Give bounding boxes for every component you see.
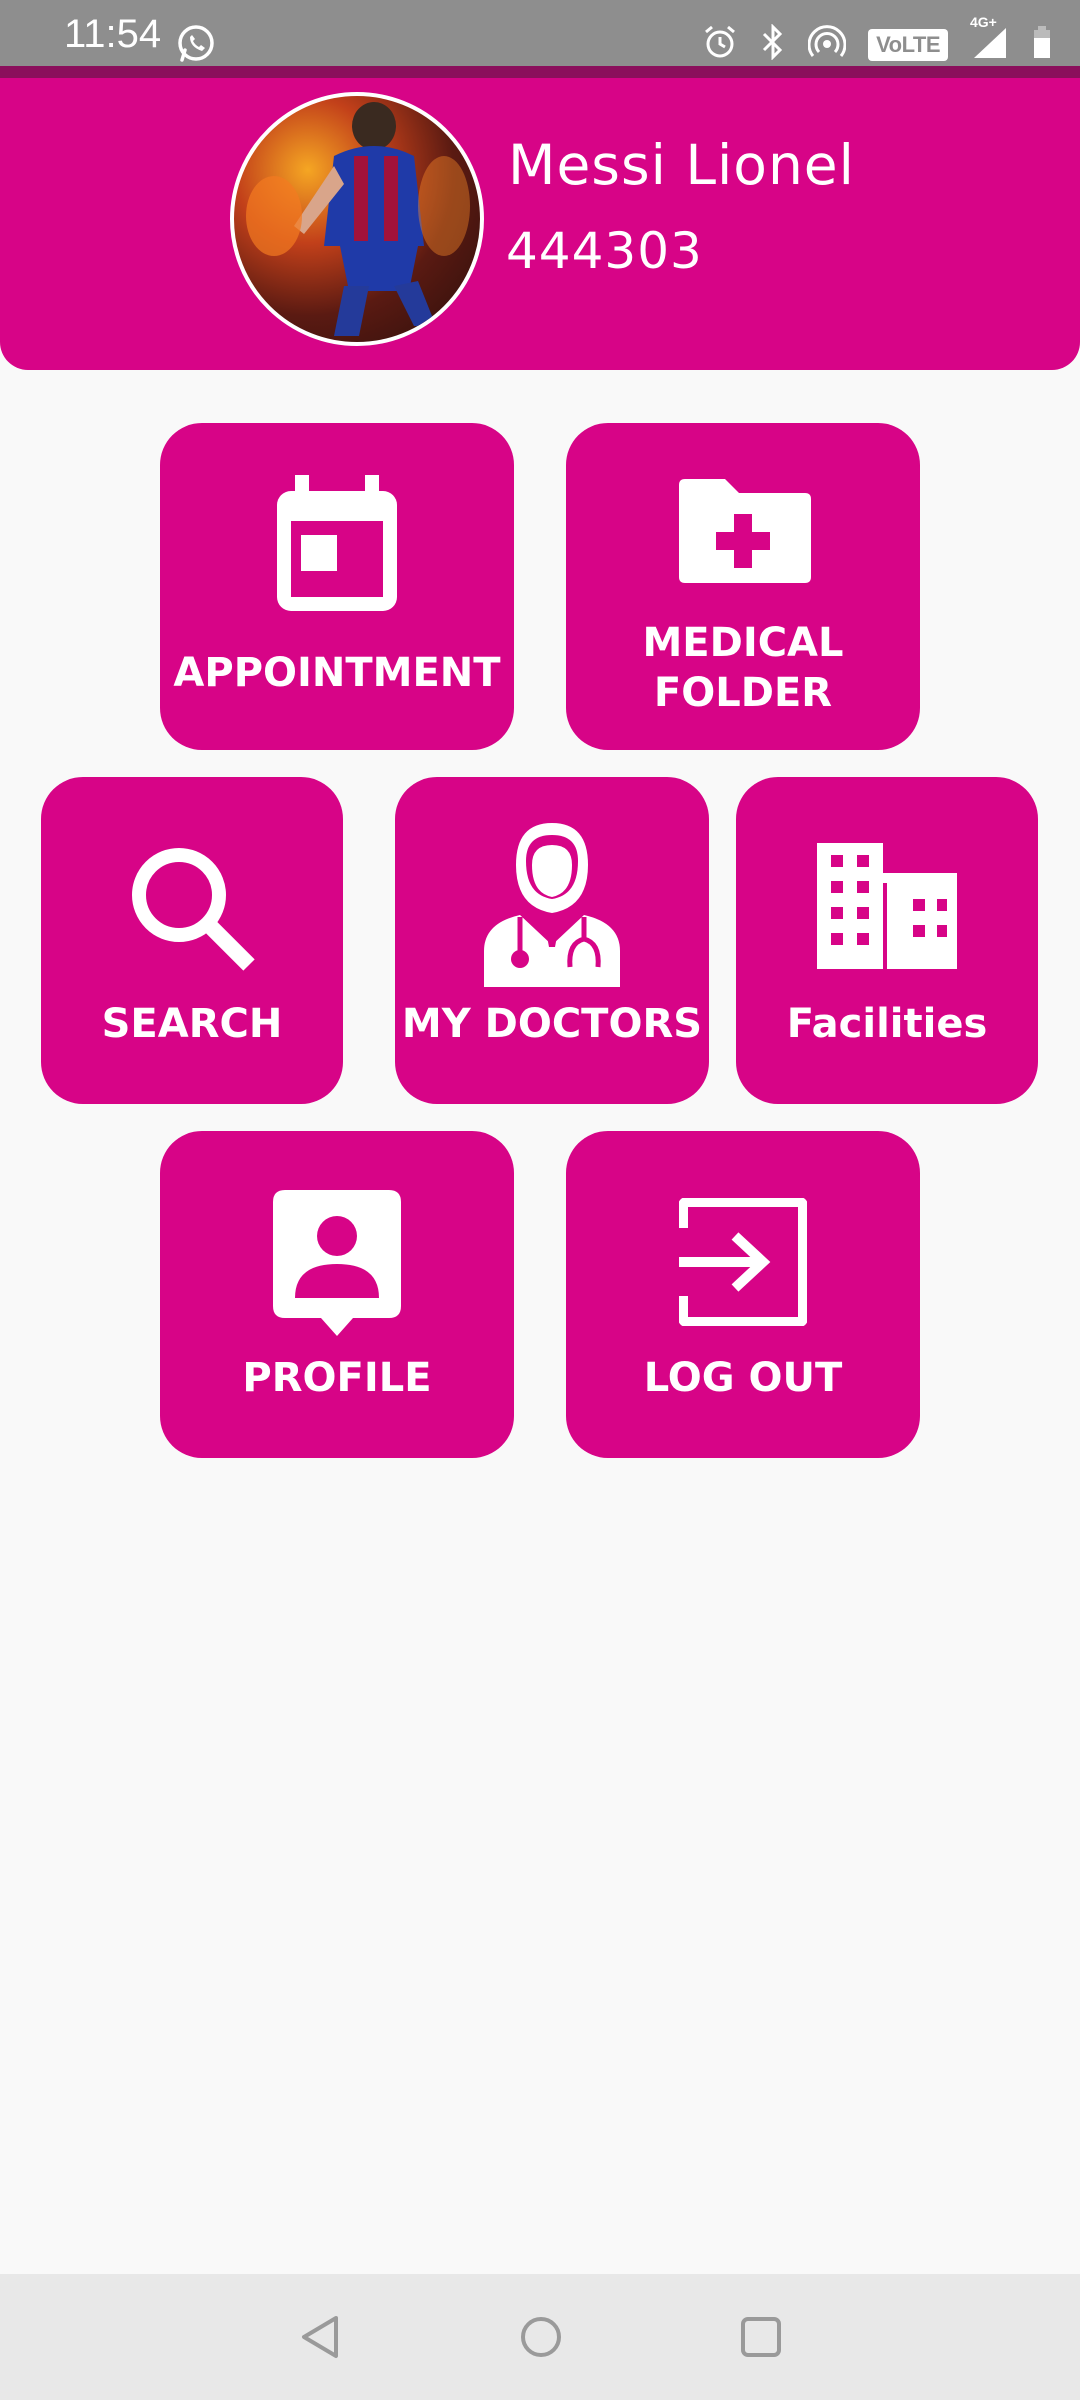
battery-icon	[1032, 24, 1052, 65]
volte-icon: VoLTE	[868, 28, 948, 61]
log-out-icon	[678, 1197, 808, 1331]
my-doctors-label: MY DOCTORS	[401, 1001, 703, 1047]
signal-icon: 4G+	[970, 14, 1010, 65]
profile-header: Messi Lionel 444303	[0, 78, 1080, 370]
appointment-label: APPOINTMENT	[173, 650, 501, 696]
log-out-label: LOG OUT	[643, 1355, 843, 1401]
profile-button[interactable]: PROFILE	[160, 1131, 514, 1458]
status-bar: 11:54 VoLTE 4G+	[0, 0, 1080, 66]
recents-icon[interactable]	[738, 2314, 784, 2365]
back-icon[interactable]	[298, 2314, 344, 2365]
bluetooth-icon	[760, 23, 786, 65]
medical-folder-button[interactable]: MEDICAL FOLDER	[566, 423, 920, 750]
calendar-icon	[273, 475, 401, 620]
medical-folder-label-line1: MEDICAL	[642, 620, 844, 666]
appointment-button[interactable]: APPOINTMENT	[160, 423, 514, 750]
search-button[interactable]: SEARCH	[41, 777, 343, 1104]
hotspot-icon	[807, 24, 847, 65]
network-type: 4G+	[970, 14, 997, 30]
status-time: 11:54	[64, 12, 162, 56]
user-name: Messi Lionel	[508, 133, 855, 197]
search-icon	[127, 843, 257, 978]
log-out-button[interactable]: LOG OUT	[566, 1131, 920, 1458]
home-icon[interactable]	[518, 2314, 564, 2365]
medical-folder-icon	[671, 469, 815, 594]
navigation-bar	[0, 2274, 1080, 2400]
profile-label: PROFILE	[242, 1355, 432, 1401]
medical-folder-label: MEDICAL FOLDER	[566, 618, 920, 718]
profile-icon	[273, 1190, 401, 1343]
my-doctors-button[interactable]: MY DOCTORS	[395, 777, 709, 1104]
search-label: SEARCH	[101, 1001, 283, 1047]
avatar[interactable]	[230, 92, 484, 346]
facilities-label: Facilities	[786, 1001, 988, 1047]
medical-folder-label-line2: FOLDER	[653, 670, 833, 716]
alarm-icon	[702, 24, 738, 65]
user-id: 444303	[506, 222, 703, 280]
facilities-button[interactable]: Facilities	[736, 777, 1038, 1104]
building-icon	[817, 843, 957, 974]
whatsapp-icon	[176, 24, 216, 69]
doctor-icon	[480, 821, 624, 992]
status-accent-line	[0, 66, 1080, 78]
